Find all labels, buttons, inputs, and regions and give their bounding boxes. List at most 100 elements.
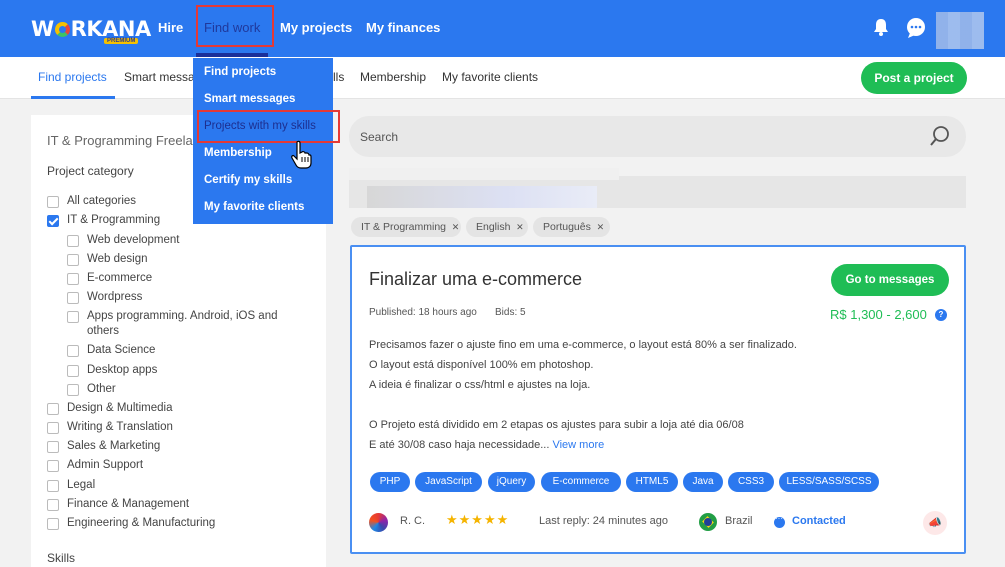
last-reply: Last reply: 24 minutes ago (539, 515, 669, 527)
subnav-smart-messages[interactable]: Smart messa (124, 70, 195, 84)
category-label[interactable]: Admin Support (67, 459, 143, 471)
skills-label: Skills (47, 551, 76, 565)
filter-chip-it-programming[interactable]: IT & Programming ✕ (351, 217, 461, 237)
find-work-highlight (196, 5, 274, 47)
nav-my-projects[interactable]: My projects (280, 20, 352, 35)
category-checkbox[interactable] (67, 384, 79, 396)
category-label[interactable]: Web development (87, 234, 179, 246)
skill-tag[interactable]: jQuery (488, 472, 535, 492)
skill-tag[interactable]: JavaScript (415, 472, 482, 492)
dropdown-membership[interactable]: Membership (204, 147, 272, 159)
chat-icon[interactable] (905, 17, 927, 39)
sidebar-title: IT & Programming Freela (47, 133, 193, 148)
category-label[interactable]: Apps programming. Android, iOS and (87, 310, 278, 322)
subnav-projects-skills[interactable]: lls (333, 70, 344, 84)
category-checkbox[interactable] (67, 311, 79, 323)
project-price: R$ 1,300 - 2,600 (830, 307, 927, 322)
go-to-messages-button[interactable]: Go to messages (831, 264, 949, 296)
category-label[interactable]: Engineering & Manufacturing (67, 517, 215, 529)
client-country: Brazil (725, 515, 753, 527)
dropdown-favorite-clients[interactable]: My favorite clients (204, 201, 304, 213)
description-line: O Projeto está dividido em 2 etapas os a… (369, 419, 744, 431)
bell-icon[interactable] (871, 17, 891, 37)
category-checkbox[interactable] (47, 215, 59, 227)
category-label-continued[interactable]: others (87, 325, 119, 337)
subnav-active-indicator (31, 96, 115, 99)
description-line: E até 30/08 caso haja necessidade... Vie… (369, 439, 605, 451)
category-label[interactable]: Finance & Management (67, 498, 189, 510)
category-label[interactable]: Legal (67, 479, 95, 491)
category-label[interactable]: Writing & Translation (67, 421, 173, 433)
view-more-link[interactable]: View more (552, 439, 604, 451)
category-label[interactable]: Design & Multimedia (67, 402, 172, 414)
category-checkbox[interactable] (67, 365, 79, 377)
report-icon[interactable]: 📣 (923, 511, 947, 535)
subnav-find-projects[interactable]: Find projects (38, 70, 107, 84)
skill-tag[interactable]: PHP (370, 472, 410, 492)
brazil-flag-icon (699, 513, 717, 531)
star-rating-icon: ★★★★★ (446, 512, 510, 527)
nav-hire[interactable]: Hire (158, 20, 183, 35)
category-checkbox[interactable] (67, 254, 79, 266)
category-label[interactable]: Wordpress (87, 291, 142, 303)
category-checkbox[interactable] (67, 292, 79, 304)
description-line: Precisamos fazer o ajuste fino em uma e-… (369, 339, 797, 351)
skill-tag[interactable]: CSS3 (728, 472, 774, 492)
search-icon[interactable] (929, 125, 951, 147)
search-input[interactable]: Search (360, 130, 398, 144)
nav-my-finances[interactable]: My finances (366, 20, 440, 35)
filter-chip-portugues[interactable]: Português ✕ (533, 217, 610, 237)
subnav-favorite-clients[interactable]: My favorite clients (442, 70, 538, 84)
hand-cursor-icon (291, 140, 312, 169)
sub-navigation: Find projects Smart messa lls Membership… (0, 57, 1005, 99)
client-avatar[interactable] (369, 513, 388, 532)
top-navigation: W RKANA PREMIUM Hire Find work My project… (0, 0, 1005, 57)
category-checkbox[interactable] (47, 499, 59, 511)
category-label[interactable]: E-commerce (87, 272, 152, 284)
description-line: O layout está disponível 100% em photosh… (369, 359, 594, 371)
category-checkbox[interactable] (67, 345, 79, 357)
close-icon[interactable]: ✕ (514, 222, 525, 233)
project-category-label: Project category (47, 164, 134, 178)
category-label[interactable]: Sales & Marketing (67, 440, 160, 452)
category-checkbox[interactable] (47, 480, 59, 492)
category-checkbox[interactable] (47, 460, 59, 472)
category-label[interactable]: Web design (87, 253, 148, 265)
subnav-membership[interactable]: Membership (360, 70, 426, 84)
category-checkbox[interactable] (67, 273, 79, 285)
premium-badge: PREMIUM (104, 38, 139, 44)
category-label[interactable]: Data Science (87, 344, 155, 356)
category-checkbox[interactable] (47, 196, 59, 208)
blurred-banner (349, 168, 966, 208)
category-label[interactable]: All categories (67, 195, 136, 207)
help-icon[interactable]: ? (935, 309, 947, 321)
category-checkbox[interactable] (47, 441, 59, 453)
category-label[interactable]: Other (87, 383, 116, 395)
category-label[interactable]: IT & Programming (67, 214, 160, 226)
category-checkbox[interactable] (47, 403, 59, 415)
published-time: Published: 18 hours ago (369, 307, 477, 318)
category-checkbox[interactable] (47, 422, 59, 434)
projects-with-my-skills-highlight (197, 110, 340, 143)
dropdown-certify-skills[interactable]: Certify my skills (204, 174, 292, 186)
dropdown-find-projects[interactable]: Find projects (204, 66, 276, 78)
user-avatar[interactable] (936, 12, 984, 49)
search-bar[interactable]: Search (349, 116, 966, 157)
skill-tag[interactable]: HTML5 (626, 472, 678, 492)
filter-chip-english[interactable]: English ✕ (466, 217, 528, 237)
category-label[interactable]: Desktop apps (87, 364, 157, 376)
chat-status-icon (774, 514, 785, 528)
skill-tag[interactable]: Java (683, 472, 723, 492)
skill-tag[interactable]: LESS/SASS/SCSS (779, 472, 879, 492)
dropdown-smart-messages[interactable]: Smart messages (204, 93, 295, 105)
post-project-button[interactable]: Post a project (861, 62, 967, 94)
project-card: Finalizar uma e-commerce Go to messages … (350, 245, 966, 554)
category-checkbox[interactable] (67, 235, 79, 247)
skill-tag[interactable]: E-commerce (541, 472, 621, 492)
client-name[interactable]: R. C. (400, 515, 425, 527)
contacted-status: Contacted (792, 515, 846, 527)
close-icon[interactable]: ✕ (595, 222, 606, 233)
project-title[interactable]: Finalizar uma e-commerce (369, 269, 582, 290)
close-icon[interactable]: ✕ (450, 222, 461, 233)
category-checkbox[interactable] (47, 518, 59, 530)
